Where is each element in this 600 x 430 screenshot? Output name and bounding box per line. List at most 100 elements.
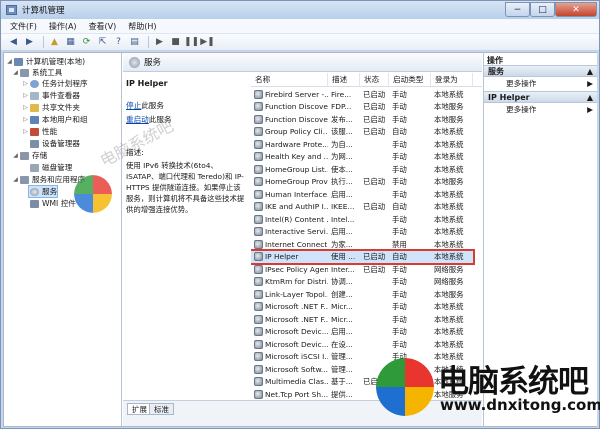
expand-icon[interactable]: ▷ (22, 104, 29, 111)
service-status-cell: 已启动 (363, 177, 386, 187)
service-row[interactable]: Hardware Prote... 为自... 手动 本地系统 (251, 138, 473, 151)
service-row[interactable]: Link-Layer Topol... 创建... 手动 本地服务 (251, 288, 473, 301)
column-header-log-on-as[interactable]: 登录为 (431, 73, 473, 86)
service-name-cell: Human Interface... (251, 189, 328, 199)
up-folder-icon[interactable]: ▲ (48, 36, 61, 49)
watermark-logo-graphic (74, 175, 112, 213)
export-icon[interactable]: ⇱ (96, 36, 109, 49)
close-button[interactable]: ✕ (555, 2, 597, 17)
service-startup-type-cell: 手动 (392, 139, 407, 149)
tree-item-services-applications[interactable]: ◢ 服务和应用程序 (12, 174, 85, 185)
tree-item-disk-management[interactable]: 磁盘管理 (29, 162, 72, 173)
column-header-startup-type[interactable]: 启动类型 (389, 73, 431, 86)
collapse-arrow-icon[interactable]: ▲ (587, 67, 593, 76)
service-log-on-as-cell: 本地系统 (434, 202, 464, 212)
service-name: Microsoft .NET F... (265, 314, 328, 324)
service-row[interactable]: HomeGroup Prov... 执行... 已启动 手动 本地服务 (251, 176, 473, 189)
collapse-icon[interactable]: ◢ (12, 152, 19, 159)
column-header-name[interactable]: 名称 (251, 73, 328, 86)
tree-item-label: 本地用户和组 (42, 115, 88, 124)
play-icon[interactable]: ▶ (153, 36, 166, 49)
column-header-description[interactable]: 描述 (328, 73, 360, 86)
service-row[interactable]: IPsec Policy Agent Inter... 已启动 手动 网络服务 (251, 263, 473, 276)
service-row[interactable]: Health Key and ... 为网... 手动 本地系统 (251, 151, 473, 164)
service-startup-type-cell: 手动 (392, 89, 407, 99)
minimize-button[interactable]: − (505, 2, 530, 17)
refresh-icon[interactable]: ⟳ (80, 36, 93, 49)
expand-icon[interactable]: ▷ (22, 80, 29, 87)
forward-icon[interactable]: ▶ (23, 36, 36, 49)
expand-icon[interactable]: ▷ (22, 92, 29, 99)
service-gear-icon (254, 377, 263, 387)
menu-help[interactable]: 帮助(H) (128, 21, 156, 32)
tree-item-device-manager[interactable]: 设备管理器 (29, 138, 80, 149)
tree-item-label: 计算机管理(本地) (26, 57, 86, 66)
back-icon[interactable]: ◀ (7, 36, 20, 49)
tree-item-system-tools[interactable]: ◢ 系统工具 (12, 67, 62, 78)
maximize-button[interactable]: □ (530, 2, 555, 17)
service-name-cell: Microsoft Devic... (251, 339, 328, 349)
tree-item-local-users-groups[interactable]: ▷ 本地用户和组 (22, 114, 88, 125)
tree-item-event-viewer[interactable]: ▷ 事件查看器 (22, 90, 80, 101)
collapse-icon[interactable]: ◢ (12, 176, 19, 183)
service-description-cell: Fire... (331, 89, 352, 99)
menu-view[interactable]: 查看(V) (89, 21, 117, 32)
tab-standard[interactable]: 标准 (149, 403, 174, 415)
service-row[interactable]: Function Discove... FDP... 已启动 手动 本地服务 (251, 101, 473, 114)
actions-section-services[interactable]: 服务 ▲ (484, 65, 597, 77)
tree-item-task-scheduler[interactable]: ▷ 任务计划程序 (22, 78, 87, 89)
tree-item-wmi-control[interactable]: WMI 控件 (29, 198, 76, 209)
collapse-arrow-icon[interactable]: ▲ (587, 93, 593, 102)
description-text: 使用 IPv6 转换技术(6to4、ISATAP、端口代理和 Teredo)和 … (126, 161, 245, 214)
service-row[interactable]: Microsoft Devic... 在设... 手动 本地系统 (251, 338, 473, 351)
properties-icon[interactable]: ▤ (128, 36, 141, 49)
service-row[interactable]: Microsoft .NET F... Micr... 手动 本地系统 (251, 313, 473, 326)
tree-item-computer-management[interactable]: ◢ 计算机管理(本地) (6, 56, 85, 67)
show-hide-tree-icon[interactable]: ▦ (64, 36, 77, 49)
more-actions-ip-helper[interactable]: 更多操作 ▶ (484, 103, 597, 116)
more-actions-services[interactable]: 更多操作 ▶ (484, 77, 597, 90)
tree-item-services[interactable]: 服务 (27, 185, 59, 198)
service-log-on-as-cell: 本地系统 (434, 189, 464, 199)
more-actions-label: 更多操作 (506, 105, 537, 114)
service-row[interactable]: Internet Connect... 为家... 禁用 本地系统 (251, 238, 473, 251)
menu-action[interactable]: 操作(A) (49, 21, 77, 32)
service-row[interactable]: Firebird Server -... Fire... 已启动 手动 本地系统 (251, 88, 473, 101)
expand-icon[interactable]: ▷ (22, 116, 29, 123)
service-status-cell: 已启动 (363, 89, 386, 99)
service-row[interactable]: Intel(R) Content ... Intel... 手动 本地系统 (251, 213, 473, 226)
service-name: Link-Layer Topol... (265, 289, 328, 299)
service-row[interactable]: KtmRm for Distri... 协调... 手动 网络服务 (251, 276, 473, 289)
collapse-icon[interactable]: ◢ (12, 69, 19, 76)
computer-management-icon (6, 5, 17, 15)
service-row[interactable]: Function Discove... 发布... 已启动 手动 本地服务 (251, 113, 473, 126)
computer-icon (14, 57, 23, 66)
service-row[interactable]: Human Interface... 启用... 手动 本地系统 (251, 188, 473, 201)
service-row[interactable]: Group Policy Cli... 该服... 已启动 自动 本地系统 (251, 126, 473, 139)
service-name-cell: Link-Layer Topol... (251, 289, 328, 299)
collapse-icon[interactable]: ◢ (6, 58, 13, 65)
service-row[interactable]: Microsoft Devic... 启用... 手动 本地系统 (251, 326, 473, 339)
performance-icon (30, 127, 39, 136)
actions-section-ip-helper[interactable]: IP Helper ▲ (484, 91, 597, 103)
column-header-status[interactable]: 状态 (360, 73, 389, 86)
service-name-cell: IP Helper (251, 252, 328, 262)
service-row[interactable]: Interactive Servi... 启用... 手动 本地系统 (251, 226, 473, 239)
tree-item-label: 服务 (42, 187, 58, 196)
service-row[interactable]: IKE and AuthIP I... IKEE... 已启动 自动 本地系统 (251, 201, 473, 214)
menu-file[interactable]: 文件(F) (10, 21, 37, 32)
service-row-ip-helper[interactable]: IP Helper 使用 ... 已启动 自动 本地系统 (251, 248, 475, 265)
stop-icon[interactable]: ■ (169, 36, 182, 49)
expand-icon[interactable]: ▷ (22, 128, 29, 135)
tree-item-storage[interactable]: ◢ 存储 (12, 150, 47, 161)
stop-service-link[interactable]: 停止 (126, 101, 141, 110)
help-icon[interactable]: ? (112, 36, 125, 49)
service-row[interactable]: Microsoft .NET F... Micr... 手动 本地系统 (251, 301, 473, 314)
service-log-on-as-cell: 本地系统 (434, 127, 464, 137)
pause-icon[interactable]: ❚❚ (184, 36, 199, 49)
tree-item-shared-folders[interactable]: ▷ 共享文件夹 (22, 102, 80, 113)
service-name: Function Discove... (265, 102, 328, 112)
tree-item-performance[interactable]: ▷ 性能 (22, 126, 57, 137)
restart-icon[interactable]: ▶❚ (200, 36, 214, 49)
service-row[interactable]: HomeGroup List... 使本... 手动 本地系统 (251, 163, 473, 176)
